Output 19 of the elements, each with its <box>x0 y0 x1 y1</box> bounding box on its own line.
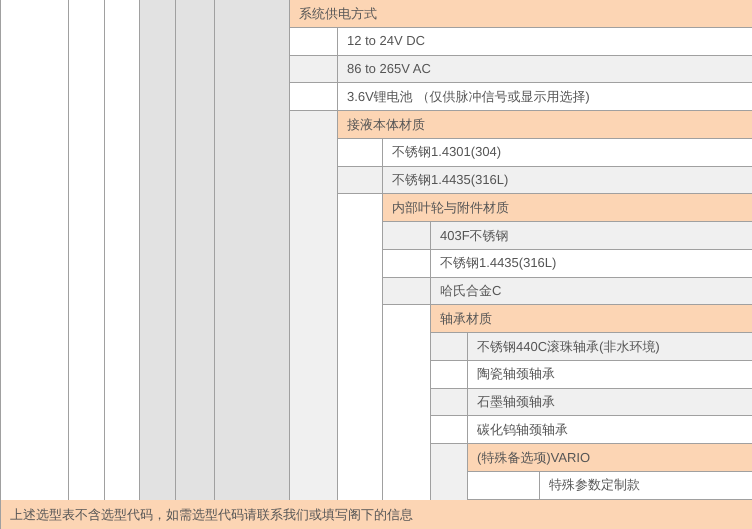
section-header: 接液本体材质 <box>338 111 752 139</box>
option-label: 3.6V锂电池 （仅供脉冲信号或显示用选择) <box>346 88 591 106</box>
option-label: 12 to 24V DC <box>346 32 426 50</box>
option-label: 陶瓷轴颈轴承 <box>476 365 556 384</box>
option-label: 403F不锈钢 <box>439 226 510 245</box>
section-header: (特殊备选项)VARIO <box>468 444 752 472</box>
section-header: 系统供电方式 <box>290 0 752 28</box>
option-label: 特殊参数定制款 <box>548 476 641 494</box>
section-header: 轴承材质 <box>431 305 752 333</box>
option-label: 86 to 265V AC <box>346 60 432 78</box>
option-label: 不锈钢1.4435(316L) <box>439 254 558 272</box>
option-label: 不锈钢440C滚珠轴承(非水环境) <box>476 338 661 356</box>
option-label: 不锈钢1.4301(304) <box>391 143 502 162</box>
option-label: 碳化钨轴颈轴承 <box>476 420 569 439</box>
option-label: 石墨轴颈轴承 <box>476 393 556 412</box>
section-header: 内部叶轮与附件材质 <box>383 194 752 222</box>
option-label: 不锈钢1.4435(316L) <box>391 171 510 190</box>
footer-note: 上述选型表不含选型代码，如需选型代码请联系我们或填写阁下的信息 <box>10 506 413 524</box>
option-label: 哈氏合金C <box>439 282 502 300</box>
